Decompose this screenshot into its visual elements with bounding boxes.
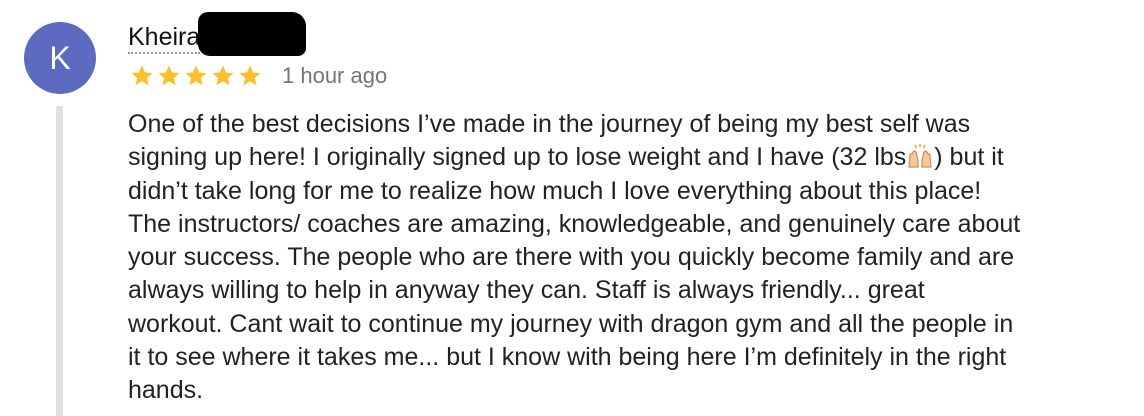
reviewer-name-link[interactable]: Kheira — [128, 22, 201, 54]
avatar[interactable]: K — [24, 22, 96, 94]
thread-line — [56, 106, 63, 416]
star-icon — [158, 65, 180, 86]
review-text-part2: ) but it didn’t take long for me to real… — [128, 143, 1021, 405]
redaction-mark — [198, 12, 307, 56]
avatar-letter: K — [49, 39, 71, 76]
star-icon — [212, 65, 234, 86]
review-text: One of the best decisions I’ve made in t… — [128, 108, 1128, 408]
star-rating — [130, 64, 262, 88]
review-header: Kheira — [128, 12, 307, 60]
star-icon — [185, 65, 207, 86]
raising-hands-emoji-icon — [908, 144, 932, 168]
review-text-part1: One of the best decisions I’ve made in t… — [128, 110, 971, 172]
review-meta: 1 hour ago — [130, 60, 387, 92]
star-icon — [239, 65, 261, 86]
review-timestamp: 1 hour ago — [282, 63, 388, 88]
star-icon — [131, 65, 153, 86]
